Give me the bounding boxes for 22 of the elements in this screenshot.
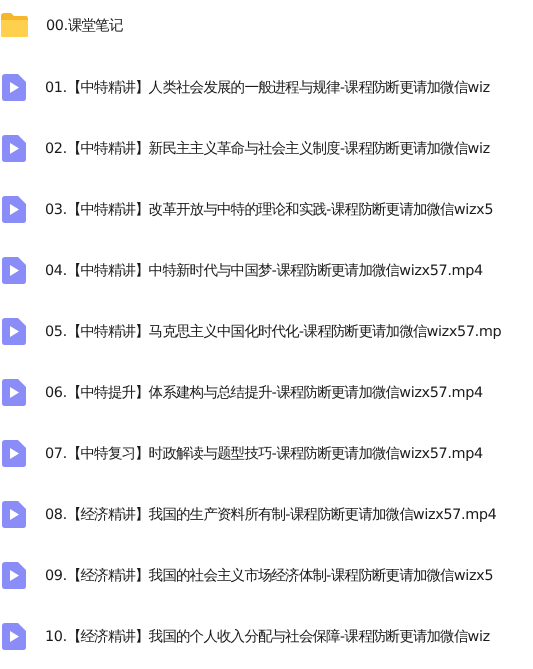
- file-name[interactable]: 10.【经济精讲】我国的个人收入分配与社会保障-课程防断更请加微信wiz: [45, 626, 490, 646]
- video-file-icon: [2, 134, 26, 162]
- file-name[interactable]: 01.【中特精讲】人类社会发展的一般进程与规律-课程防断更请加微信wiz: [45, 78, 490, 97]
- video-file-icon: [2, 440, 26, 467]
- file-name[interactable]: 07.【中特复习】时政解读与题型技巧-课程防断更请加微信wizx57.mp4: [45, 444, 483, 463]
- file-name[interactable]: 05.【中特精讲】马克思主义中国化时代化-课程防断更请加微信wizx57.mp: [45, 322, 502, 341]
- file-name[interactable]: 08.【经济精讲】我国的生产资料所有制-课程防断更请加微信wizx57.mp4: [45, 504, 496, 524]
- video-file-icon: [2, 562, 26, 589]
- video-file-icon: [2, 500, 26, 528]
- video-file-icon: [2, 318, 26, 345]
- video-file-icon: [2, 196, 26, 223]
- file-name[interactable]: 03.【中特精讲】改革开放与中特的理论和实践-课程防断更请加微信wizx5: [45, 200, 494, 219]
- video-file-icon: [2, 256, 26, 284]
- folder-icon: [0, 12, 29, 38]
- file-name[interactable]: 02.【中特精讲】新民主主义革命与社会主义制度-课程防断更请加微信wiz: [45, 138, 490, 158]
- video-file-icon: [2, 378, 26, 406]
- file-name[interactable]: 09.【经济精讲】我国的社会主义市场经济体制-课程防断更请加微信wizx5: [45, 566, 494, 585]
- file-name[interactable]: 04.【中特精讲】中特新时代与中国梦-课程防断更请加微信wizx57.mp4: [45, 260, 483, 280]
- video-file-icon: [2, 74, 26, 101]
- file-name[interactable]: 06.【中特提升】体系建构与总结提升-课程防断更请加微信wizx57.mp4: [45, 382, 483, 402]
- video-file-icon: [2, 622, 26, 650]
- file-name[interactable]: 00.课堂笔记: [46, 16, 122, 34]
